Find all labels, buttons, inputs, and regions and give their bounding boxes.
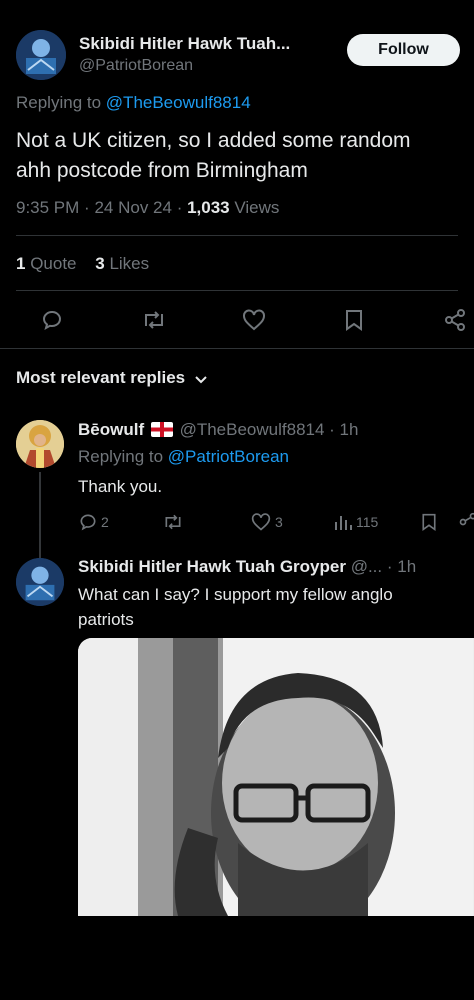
bookmark-icon[interactable]: [420, 512, 438, 532]
reply-avatar[interactable]: [16, 420, 64, 468]
view-count: 115: [356, 514, 379, 530]
retweet-icon[interactable]: [162, 512, 184, 532]
replying-to-link[interactable]: @PatriotBorean: [168, 447, 289, 466]
chevron-down-icon: [194, 372, 208, 386]
engagement-stats: 1 Quote 3 Likes: [16, 254, 149, 274]
divider: [16, 235, 458, 236]
retweet-icon[interactable]: [141, 308, 167, 332]
views-count: 1,033: [187, 198, 230, 217]
quote-count: 1: [16, 254, 26, 273]
reply-attached-image[interactable]: [78, 638, 474, 916]
reply-header: Bēowulf @TheBeowulf8814 · 1h: [78, 420, 358, 440]
reply-icon[interactable]: 2: [78, 512, 109, 532]
views-icon[interactable]: 115: [333, 512, 378, 532]
replying-prefix: Replying to: [16, 93, 102, 112]
likes-label: Likes: [109, 254, 150, 273]
reply-text-line: patriots: [78, 610, 134, 629]
reply-author-name[interactable]: Bēowulf: [78, 420, 144, 439]
tweet-meta: 9:35 PM · 24 Nov 24 · 1,033 Views: [16, 198, 279, 218]
follow-button[interactable]: Follow: [347, 34, 460, 66]
england-flag-icon: [150, 422, 173, 437]
views-label: Views: [234, 198, 280, 217]
author-name[interactable]: Skibidi Hitler Hawk Tuah...: [79, 34, 290, 54]
reply-replying-to: Replying to @PatriotBorean: [78, 447, 289, 467]
author-avatar[interactable]: [16, 30, 66, 80]
replying-to-link[interactable]: @TheBeowulf8814: [106, 93, 251, 112]
reply-text: What can I say? I support my fellow angl…: [78, 582, 393, 632]
thread-line: [39, 472, 41, 558]
likes-count: 3: [95, 254, 105, 273]
reply-author-handle[interactable]: @TheBeowulf8814: [180, 420, 325, 439]
replies-header: Most relevant replies: [16, 368, 186, 387]
likes-stat[interactable]: 3 Likes: [95, 254, 149, 273]
author-handle[interactable]: @PatriotBorean: [79, 57, 193, 75]
quotes-stat[interactable]: 1 Quote: [16, 254, 81, 273]
reply-text-line: What can I say? I support my fellow angl…: [78, 585, 393, 604]
replies-sort-dropdown[interactable]: Most relevant replies: [16, 368, 208, 388]
reply-author-handle[interactable]: @...: [351, 557, 382, 576]
like-icon[interactable]: [241, 308, 267, 332]
tweet-text-line: ahh postcode from Birmingham: [16, 159, 308, 182]
reply-icon[interactable]: [40, 308, 64, 332]
reply-time[interactable]: · 1h: [329, 420, 358, 439]
tweet-text: Not a UK citizen, so I added some random…: [16, 126, 411, 186]
bookmark-icon[interactable]: [343, 308, 365, 332]
share-icon[interactable]: [443, 308, 467, 332]
reply-time[interactable]: · 1h: [387, 557, 416, 576]
quote-label: Quote: [30, 254, 77, 273]
tweet-date[interactable]: 24 Nov 24: [94, 198, 172, 217]
divider: [0, 348, 474, 349]
meta-separator: ·: [176, 198, 183, 217]
tweet-time[interactable]: 9:35 PM: [16, 198, 79, 217]
tweet-text-line: Not a UK citizen, so I added some random: [16, 129, 411, 152]
reply-author-name[interactable]: Skibidi Hitler Hawk Tuah Groyper: [78, 557, 346, 576]
reply-avatar[interactable]: [16, 558, 64, 606]
divider: [16, 290, 458, 291]
reply-text: Thank you.: [78, 477, 163, 496]
meta-separator: ·: [84, 198, 90, 217]
replying-prefix: Replying to: [78, 447, 164, 466]
reply-count: 2: [101, 514, 109, 530]
share-icon[interactable]: [458, 512, 474, 532]
like-icon[interactable]: 3: [250, 512, 283, 532]
like-count: 3: [275, 514, 283, 530]
replying-to-line: Replying to @TheBeowulf8814: [16, 93, 251, 113]
reply-header: Skibidi Hitler Hawk Tuah Groyper @... · …: [78, 557, 416, 577]
